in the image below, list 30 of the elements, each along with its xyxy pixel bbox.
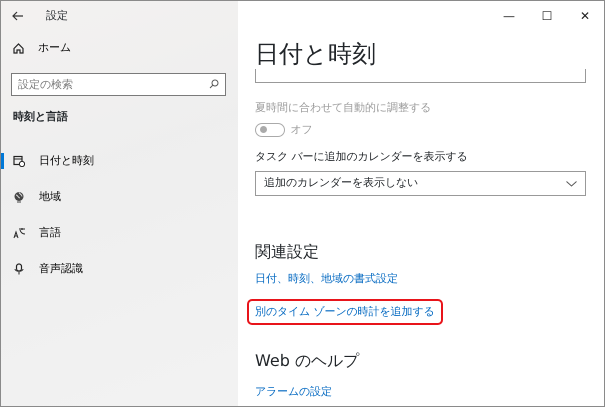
link[interactable]: アラームの設定 xyxy=(247,379,340,406)
back-icon[interactable] xyxy=(12,11,24,21)
maximize-button[interactable]: ☐ xyxy=(528,1,566,31)
section-heading: Web のヘルプ xyxy=(255,350,360,372)
section-heading: 関連設定 xyxy=(255,241,320,263)
home-icon xyxy=(13,43,24,54)
sidebar-item[interactable]: 言語 xyxy=(1,221,238,245)
home-link[interactable]: ホーム xyxy=(1,36,71,60)
section-heading: 時刻と言語 xyxy=(12,108,69,124)
globe-icon xyxy=(13,191,25,203)
window-title: 設定 xyxy=(46,8,68,24)
microphone-icon xyxy=(13,263,25,275)
sidebar-item[interactable]: 地域 xyxy=(1,185,238,209)
chevron-down-icon xyxy=(566,180,577,186)
sidebar-item[interactable]: 日付と時刻 xyxy=(1,149,238,173)
dst-label: 夏時間に合わせて自動的に調整する xyxy=(255,100,432,116)
timezone-dropdown[interactable] xyxy=(255,69,586,83)
calendar-dropdown[interactable]: 追加のカレンダーを表示しない xyxy=(255,171,586,196)
language-icon xyxy=(13,227,25,239)
link[interactable]: 別のタイム ゾーンの時計を追加する xyxy=(247,298,442,325)
close-button[interactable]: ✕ xyxy=(566,1,604,31)
minimize-button[interactable]: — xyxy=(490,1,528,31)
toggle-state: オフ xyxy=(290,122,312,138)
search-field[interactable]: 設定の検索 xyxy=(11,72,226,96)
link[interactable]: 日付、時刻、地域の書式設定 xyxy=(247,266,406,292)
calendar-clock-icon xyxy=(13,155,25,167)
search-icon xyxy=(209,78,219,88)
calendar-label: タスク バーに追加のカレンダーを表示する xyxy=(255,149,468,165)
page-title: 日付と時刻 xyxy=(255,39,377,69)
sidebar-item[interactable]: 音声認識 xyxy=(1,257,238,281)
